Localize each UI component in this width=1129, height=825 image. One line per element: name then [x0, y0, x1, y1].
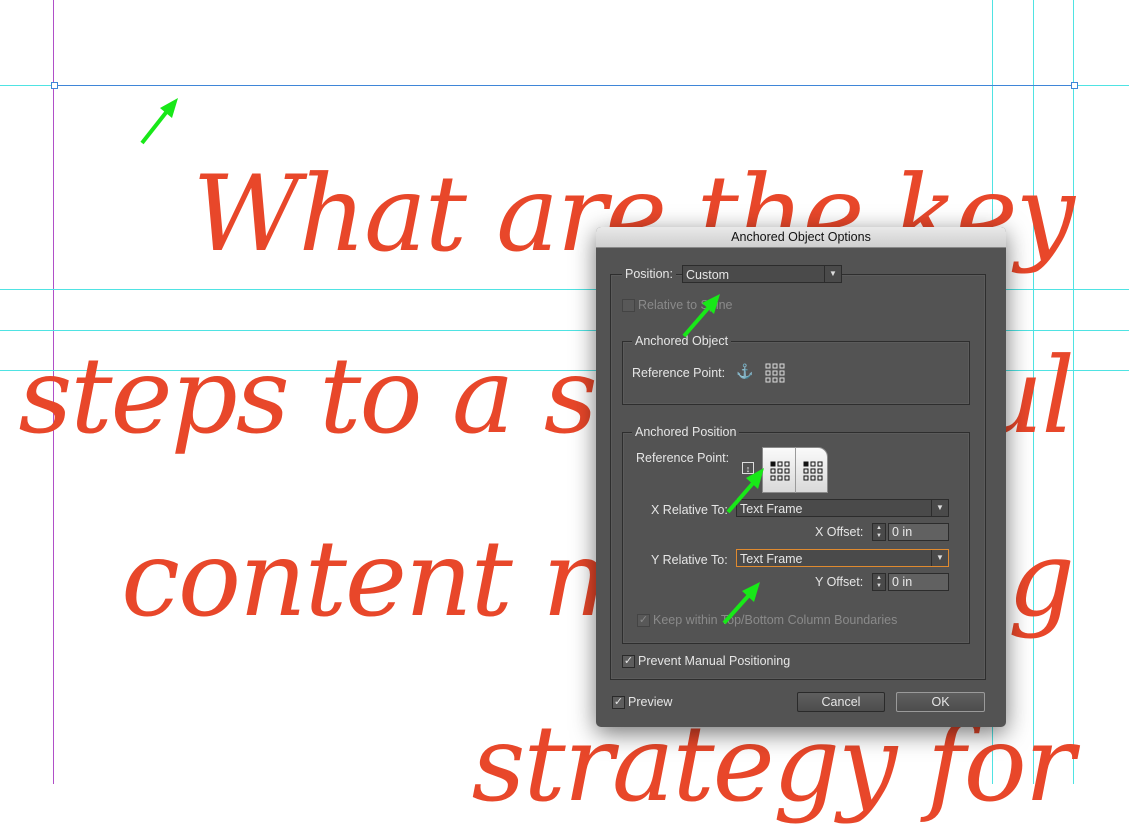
position-select-value: Custom — [686, 268, 730, 282]
annotation-arrow-icon — [722, 582, 760, 625]
y-offset-stepper[interactable]: ▲ ▼ — [872, 573, 886, 591]
annotation-arrow-icon — [726, 468, 764, 514]
y-offset-label: Y Offset: — [815, 575, 864, 589]
y-offset-input[interactable]: 0 in — [888, 573, 949, 591]
text-frame-edge[interactable] — [54, 85, 1075, 86]
x-offset-input[interactable]: 0 in — [888, 523, 949, 541]
column-guide — [1073, 0, 1074, 784]
y-relative-select[interactable]: Text Frame ▼ — [736, 549, 949, 567]
spread-fold — [795, 447, 796, 493]
anchored-position-ref-label: Reference Point: — [636, 451, 730, 465]
y-relative-label: Y Relative To: — [651, 553, 728, 567]
keep-within-label: Keep within Top/Bottom Column Boundaries — [653, 613, 898, 627]
cancel-button[interactable]: Cancel — [797, 692, 885, 712]
relative-to-spine-checkbox[interactable] — [622, 299, 635, 312]
y-relative-value: Text Frame — [740, 552, 803, 566]
reference-point-proxy[interactable] — [765, 363, 785, 383]
annotation-arrow-icon — [140, 98, 178, 145]
preview-label: Preview — [628, 695, 673, 709]
prevent-manual-label: Prevent Manual Positioning — [638, 654, 791, 668]
position-select[interactable]: Custom ▼ — [682, 265, 842, 283]
x-offset-label: X Offset: — [815, 525, 864, 539]
anchored-object-ref-label: Reference Point: — [632, 366, 726, 380]
reference-point-proxy-left[interactable] — [770, 461, 790, 481]
chevron-down-icon: ▼ — [931, 500, 948, 516]
reference-point-proxy-right[interactable] — [803, 461, 823, 481]
x-offset-stepper[interactable]: ▲ ▼ — [872, 523, 886, 541]
anchored-object-options-dialog: Anchored Object Options Position: Custom… — [596, 227, 1006, 727]
ok-button[interactable]: OK — [896, 692, 985, 712]
chevron-down-icon: ▼ — [824, 266, 841, 282]
x-relative-label: X Relative To: — [651, 503, 728, 517]
keep-within-checkbox[interactable]: ✓ — [637, 614, 650, 627]
anchored-position-legend: Anchored Position — [632, 425, 740, 439]
dialog-title[interactable]: Anchored Object Options — [596, 227, 1006, 248]
heading-line-4[interactable]: strategy for — [472, 712, 1075, 817]
frame-handle[interactable] — [1071, 82, 1078, 89]
prevent-manual-checkbox[interactable]: ✓ — [622, 655, 635, 668]
frame-handle[interactable] — [51, 82, 58, 89]
anchor-icon: ⚓ — [736, 363, 754, 379]
chevron-down-icon: ▼ — [931, 550, 948, 566]
preview-checkbox[interactable]: ✓ — [612, 696, 625, 709]
position-label: Position: — [622, 267, 676, 281]
annotation-arrow-icon — [682, 294, 720, 338]
